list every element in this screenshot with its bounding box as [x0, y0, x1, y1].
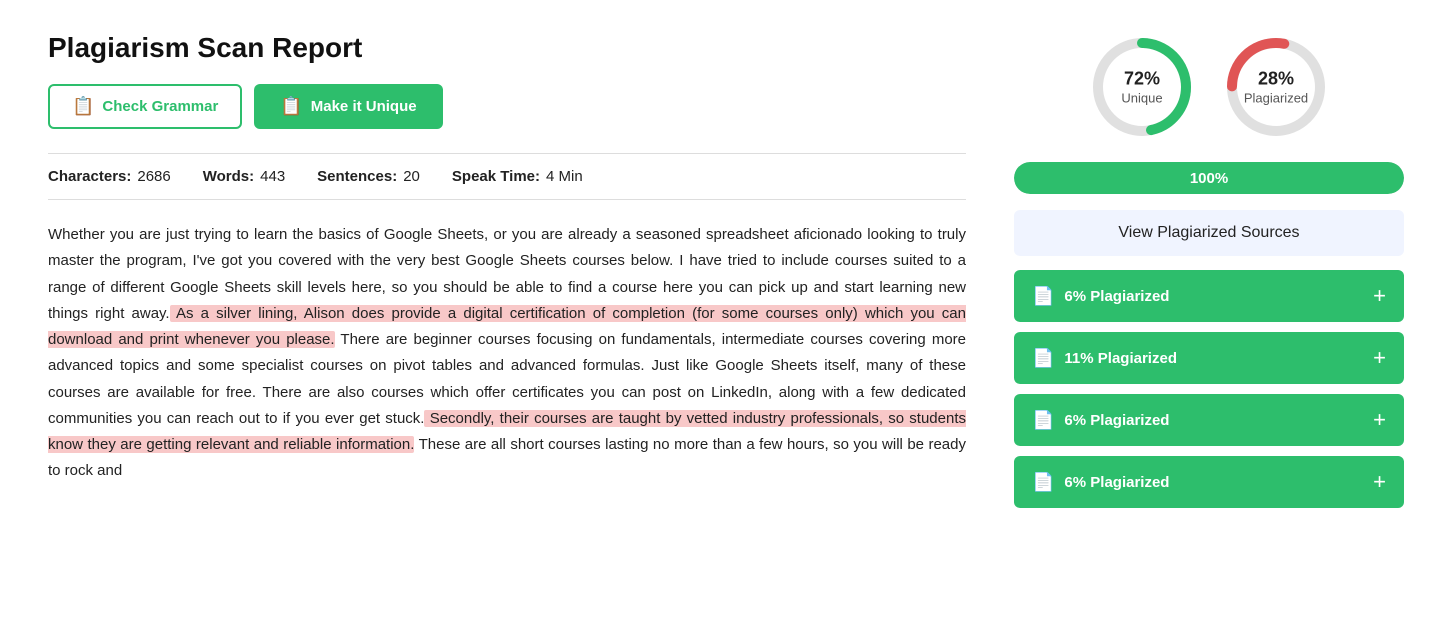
unique-donut-wrap: 72% Unique: [1087, 32, 1197, 142]
sentences-stat: Sentences: 20: [317, 168, 420, 185]
plagiarism-item-icon-2: 📄: [1032, 410, 1054, 431]
grammar-icon: 📋: [72, 96, 94, 117]
plagiarism-item-icon-0: 📄: [1032, 286, 1054, 307]
plagiarism-item-expand-1[interactable]: +: [1373, 345, 1386, 371]
content-body: Whether you are just trying to learn the…: [48, 222, 966, 485]
plagiarism-item-1[interactable]: 📄 11% Plagiarized +: [1014, 332, 1404, 384]
donut-row: 72% Unique 28% Plagiarized: [1014, 32, 1404, 142]
words-stat: Words: 443: [203, 168, 285, 185]
unique-donut: 72% Unique: [1087, 32, 1197, 142]
plagiarism-item-3[interactable]: 📄 6% Plagiarized +: [1014, 456, 1404, 508]
progress-bar-container: 100%: [1014, 162, 1404, 194]
view-plagiarized-sources-button[interactable]: View Plagiarized Sources: [1014, 210, 1404, 256]
page-title: Plagiarism Scan Report: [48, 32, 966, 64]
unique-donut-text: 72% Unique: [1121, 68, 1162, 105]
stats-row: Characters: 2686 Words: 443 Sentences: 2…: [48, 153, 966, 200]
plagiarism-items-list: 📄 6% Plagiarized + 📄 11% Plagiarized + 📄…: [1014, 270, 1404, 508]
plagiarized-donut: 28% Plagiarized: [1221, 32, 1331, 142]
plagiarism-item-expand-3[interactable]: +: [1373, 469, 1386, 495]
plagiarism-item-expand-0[interactable]: +: [1373, 283, 1386, 309]
progress-bar-fill: 100%: [1014, 162, 1404, 194]
plagiarism-item-expand-2[interactable]: +: [1373, 407, 1386, 433]
plagiarism-item-icon-3: 📄: [1032, 472, 1054, 493]
plagiarism-item-0[interactable]: 📄 6% Plagiarized +: [1014, 270, 1404, 322]
unique-icon: 📋: [280, 96, 302, 117]
plagiarized-donut-wrap: 28% Plagiarized: [1221, 32, 1331, 142]
characters-stat: Characters: 2686: [48, 168, 171, 185]
make-unique-button[interactable]: 📋 Make it Unique: [254, 84, 442, 129]
plagiarized-donut-text: 28% Plagiarized: [1244, 68, 1308, 105]
speak-time-stat: Speak Time: 4 Min: [452, 168, 583, 185]
plagiarism-item-2[interactable]: 📄 6% Plagiarized +: [1014, 394, 1404, 446]
plagiarism-item-icon-1: 📄: [1032, 348, 1054, 369]
check-grammar-button[interactable]: 📋 Check Grammar: [48, 84, 242, 129]
